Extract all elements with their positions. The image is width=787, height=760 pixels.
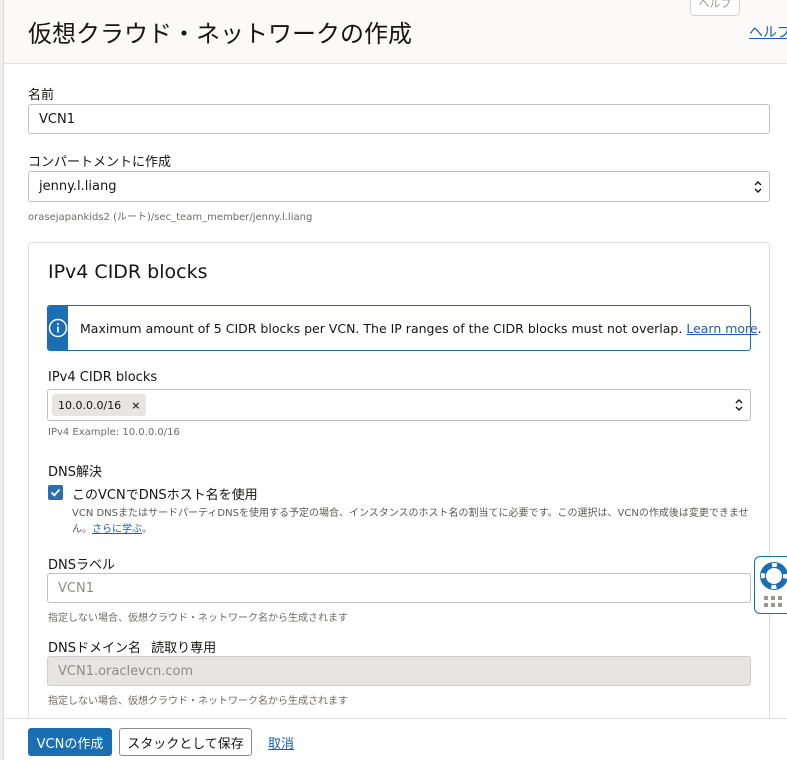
cidr-example-hint: IPv4 Example: 10.0.0.0/16	[48, 427, 180, 438]
dns-label-input[interactable]: VCN1	[47, 573, 751, 603]
help-tab[interactable]: ヘルプ	[690, 0, 740, 16]
background-page-sliver	[0, 0, 4, 760]
help-link[interactable]: ヘルプ	[749, 22, 787, 42]
learn-more-link[interactable]: Learn more	[686, 321, 757, 336]
cidr-chip: 10.0.0.0/16 ×	[52, 394, 147, 416]
info-icon	[48, 306, 68, 350]
chevron-up-down-icon	[754, 180, 762, 193]
lifebuoy-icon	[760, 562, 787, 590]
cidr-chip-value: 10.0.0.0/16	[58, 398, 122, 412]
name-input[interactable]: VCN1	[28, 104, 770, 134]
dns-resolution-label: DNS解決	[48, 465, 102, 480]
dns-domain-field: VCN1.oraclevcn.com	[47, 656, 751, 686]
dns-hostname-checkbox[interactable]	[48, 485, 63, 500]
learn-more-dns-link[interactable]: さらに学ぶ	[92, 524, 142, 535]
panel-header: 仮想クラウド・ネットワークの作成 ヘルプ	[4, 0, 787, 64]
help-widget[interactable]	[754, 556, 787, 614]
compartment-select[interactable]: jenny.l.liang	[28, 171, 770, 202]
save-as-stack-button[interactable]: スタックとして保存	[119, 728, 252, 756]
dns-hostname-description: VCN DNSまたはサードパーティDNSを使用する予定の場合、インスタンスのホス…	[72, 506, 750, 538]
dns-hostname-checkbox-label[interactable]: このVCNでDNSホスト名を使用	[72, 484, 258, 503]
readonly-badge: 読取り専用	[151, 641, 217, 656]
check-icon	[50, 488, 61, 497]
compartment-label: コンパートメントに作成	[28, 155, 172, 170]
name-label: 名前	[28, 88, 55, 103]
dns-label-label: DNSラベル	[48, 558, 115, 573]
cidr-section-title: IPv4 CIDR blocks	[48, 261, 208, 283]
drag-handle-icon[interactable]	[763, 595, 785, 609]
chip-remove-icon[interactable]: ×	[131, 399, 140, 412]
cidr-blocks-label: IPv4 CIDR blocks	[48, 370, 158, 385]
dns-domain-value: VCN1.oraclevcn.com	[58, 663, 194, 679]
learn-more-suffix: .	[757, 320, 762, 336]
cidr-info-banner: Maximum amount of 5 CIDR blocks per VCN.…	[47, 305, 762, 351]
dns-label-hint: 指定しない場合、仮想クラウド・ネットワーク名から生成されます	[48, 613, 348, 624]
dns-domain-label-text: DNSドメイン名	[48, 641, 141, 656]
compartment-path: orasejapankids2 (ルート)/sec_team_member/je…	[28, 212, 313, 223]
cidr-info-message: Maximum amount of 5 CIDR blocks per VCN.…	[80, 320, 683, 336]
cancel-link[interactable]: 取消	[268, 733, 294, 752]
cidr-blocks-multiselect[interactable]: 10.0.0.0/16 ×	[47, 389, 751, 421]
page-title: 仮想クラウド・ネットワークの作成	[28, 20, 412, 48]
dns-hostname-description-text: VCN DNSまたはサードパーティDNSを使用する予定の場合、インスタンスのホス…	[72, 508, 749, 535]
create-vcn-button[interactable]: VCNの作成	[28, 728, 112, 756]
cidr-info-text: Maximum amount of 5 CIDR blocks per VCN.…	[68, 321, 762, 336]
dns-label-placeholder: VCN1	[58, 580, 94, 596]
chevron-up-down-icon	[735, 399, 743, 411]
name-input-value: VCN1	[39, 111, 75, 127]
dns-desc-suffix: 。	[142, 524, 152, 535]
dns-domain-hint: 指定しない場合、仮想クラウド・ネットワーク名から生成されます	[48, 696, 348, 707]
dns-domain-label: DNSドメイン名 読取り専用	[48, 637, 216, 656]
compartment-select-value: jenny.l.liang	[39, 179, 117, 194]
